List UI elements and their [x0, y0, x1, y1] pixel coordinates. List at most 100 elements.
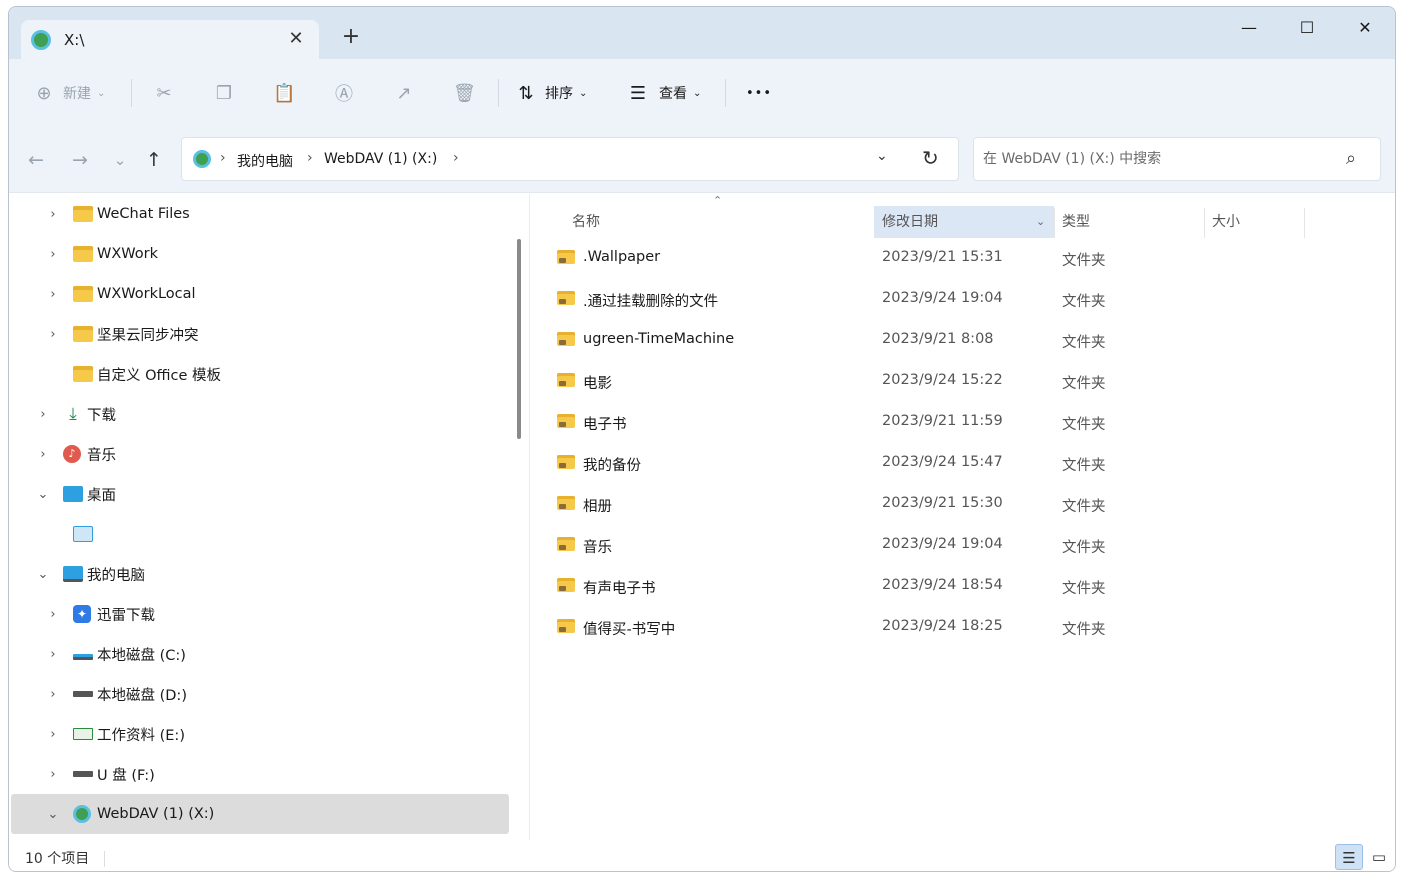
shortcut-icon: [73, 526, 93, 542]
pane-divider[interactable]: [529, 194, 530, 840]
chevron-right-icon[interactable]: ›: [45, 687, 61, 702]
sidebar-item-label: WebDAV (1) (X:): [97, 806, 215, 822]
new-tab-button[interactable]: +: [339, 25, 363, 49]
chevron-right-icon[interactable]: ›: [45, 647, 61, 662]
sidebar-item-my-computer[interactable]: ⌄ 我的电脑: [11, 554, 509, 594]
chevron-right-icon[interactable]: ›: [45, 727, 61, 742]
chevron-right-icon[interactable]: ›: [45, 607, 61, 622]
sidebar-item-downloads[interactable]: › ⤓ 下载: [11, 394, 509, 434]
sidebar-item-wxwork[interactable]: › WXWork: [11, 234, 509, 274]
chevron-right-icon[interactable]: ›: [45, 767, 61, 782]
forward-button[interactable]: →: [67, 147, 93, 173]
new-button[interactable]: ⊕ 新建 ⌄: [33, 79, 105, 107]
up-button[interactable]: ↑: [141, 147, 167, 173]
minimize-button[interactable]: —: [1229, 13, 1269, 43]
chevron-right-icon[interactable]: ›: [35, 407, 51, 422]
tiles-view-button[interactable]: ▭: [1365, 844, 1393, 870]
sidebar-item-webdav[interactable]: ⌄ WebDAV (1) (X:): [11, 794, 509, 834]
tab-current[interactable]: X:\ ✕: [21, 20, 319, 60]
cut-button[interactable]: ✂: [153, 79, 175, 107]
refresh-icon[interactable]: ↻: [922, 146, 939, 170]
chevron-down-icon[interactable]: ⌄: [45, 807, 61, 822]
column-header-type[interactable]: 类型: [1054, 206, 1204, 238]
plus-circle-icon: ⊕: [36, 82, 52, 104]
toolbar-divider: [131, 79, 132, 107]
table-row[interactable]: 我的备份 2023/9/24 15:47 文件夹: [539, 443, 1395, 484]
sidebar-item-thunder-downloads[interactable]: › ✦ 迅雷下载: [11, 594, 509, 634]
table-row[interactable]: 音乐 2023/9/24 19:04 文件夹: [539, 525, 1395, 566]
sidebar-item-drive-c[interactable]: › 本地磁盘 (C:): [11, 634, 509, 674]
table-row[interactable]: 有声电子书 2023/9/24 18:54 文件夹: [539, 566, 1395, 607]
chevron-down-icon: ⌄: [693, 87, 702, 99]
maximize-button[interactable]: ☐: [1287, 13, 1327, 43]
sidebar-item-desktop[interactable]: ⌄ 桌面: [11, 474, 509, 514]
sidebar-item-drive-d[interactable]: › 本地磁盘 (D:): [11, 674, 509, 714]
more-options-button[interactable]: •••: [746, 79, 772, 107]
file-type: 文件夹: [1062, 376, 1106, 392]
breadcrumb-my-computer[interactable]: 我的电脑: [237, 151, 293, 171]
chevron-right-icon[interactable]: ›: [35, 447, 51, 462]
delete-button[interactable]: 🗑: [453, 79, 476, 107]
sidebar-item-label: 下载: [87, 407, 116, 424]
column-header-size[interactable]: 大小: [1204, 206, 1304, 238]
sidebar-item-drive-e[interactable]: › 工作资料 (E:): [11, 714, 509, 754]
close-window-button[interactable]: ✕: [1345, 13, 1385, 43]
address-dropdown-icon[interactable]: ⌄: [876, 148, 888, 164]
sidebar-item-wxworklocal[interactable]: › WXWorkLocal: [11, 274, 509, 314]
file-modified: 2023/9/21 15:30: [882, 495, 1003, 511]
column-header-modified-label: 修改日期: [882, 214, 938, 230]
copy-button[interactable]: ❐: [213, 79, 235, 107]
rename-button[interactable]: Ⓐ: [333, 79, 355, 107]
column-divider[interactable]: [1304, 208, 1305, 238]
chevron-down-icon[interactable]: ⌄: [35, 487, 51, 502]
back-button[interactable]: ←: [23, 147, 49, 173]
table-row[interactable]: 电子书 2023/9/21 11:59 文件夹: [539, 402, 1395, 443]
sort-button[interactable]: ⇅ 排序 ⌄: [515, 79, 587, 107]
sidebar-item-music[interactable]: › ♪ 音乐: [11, 434, 509, 474]
recent-locations-button[interactable]: ⌄: [107, 147, 133, 173]
chevron-down-icon[interactable]: ⌄: [35, 567, 51, 582]
column-header-name[interactable]: 名称: [564, 206, 874, 238]
chevron-right-icon[interactable]: ›: [45, 287, 61, 302]
details-view-button[interactable]: ☰: [1335, 844, 1363, 870]
sidebar-item-desktop-shortcut[interactable]: [11, 514, 509, 554]
folder-icon: [73, 206, 93, 222]
sort-label: 排序: [545, 86, 573, 102]
share-button[interactable]: ↗: [393, 79, 415, 107]
sidebar-item-drive-f[interactable]: › U 盘 (F:): [11, 754, 509, 794]
network-drive-icon: [193, 150, 211, 168]
table-row[interactable]: 电影 2023/9/24 15:22 文件夹: [539, 361, 1395, 402]
file-name: .Wallpaper: [583, 249, 661, 265]
file-type: 文件夹: [1062, 335, 1106, 351]
view-button[interactable]: ☰ 查看 ⌄: [627, 79, 701, 107]
table-row[interactable]: .Wallpaper 2023/9/21 15:31 文件夹: [539, 238, 1395, 279]
chevron-right-icon[interactable]: ›: [45, 207, 61, 222]
paste-button[interactable]: 📋: [273, 79, 295, 107]
table-row[interactable]: 相册 2023/9/21 15:30 文件夹: [539, 484, 1395, 525]
sidebar-item-wechat-files[interactable]: › WeChat Files: [11, 194, 509, 234]
column-header-modified[interactable]: 修改日期 ⌄: [874, 206, 1054, 238]
table-row[interactable]: ugreen-TimeMachine 2023/9/21 8:08 文件夹: [539, 320, 1395, 361]
chevron-right-icon[interactable]: ›: [45, 247, 61, 262]
search-input[interactable]: [983, 148, 1333, 170]
file-name: 我的备份: [583, 458, 641, 474]
folder-icon: [557, 332, 575, 346]
folder-icon: [557, 455, 575, 469]
tab-close-button[interactable]: ✕: [285, 28, 307, 50]
file-modified: 2023/9/24 18:54: [882, 577, 1003, 593]
sidebar-item-office-templates[interactable]: 自定义 Office 模板: [11, 354, 509, 394]
breadcrumb-webdav[interactable]: WebDAV (1) (X:): [324, 151, 437, 167]
chevron-down-icon[interactable]: ⌄: [1036, 206, 1045, 238]
sidebar-item-sync-conflicts[interactable]: › 坚果云同步冲突: [11, 314, 509, 354]
file-name: 电影: [583, 376, 612, 392]
chevron-right-icon[interactable]: ›: [45, 327, 61, 342]
table-row[interactable]: 值得买-书写中 2023/9/24 18:25 文件夹: [539, 607, 1395, 648]
address-bar[interactable]: › 我的电脑 › WebDAV (1) (X:) › ⌄ ↻: [181, 137, 959, 181]
search-icon[interactable]: ⌕: [1346, 148, 1356, 169]
sidebar-item-label: 音乐: [87, 447, 116, 464]
item-count: 10 个项目: [25, 851, 90, 867]
table-row[interactable]: .通过挂载删除的文件 2023/9/24 19:04 文件夹: [539, 279, 1395, 320]
music-icon: ♪: [63, 445, 81, 463]
search-box[interactable]: ⌕: [973, 137, 1381, 181]
sidebar-scrollbar[interactable]: [517, 239, 521, 439]
